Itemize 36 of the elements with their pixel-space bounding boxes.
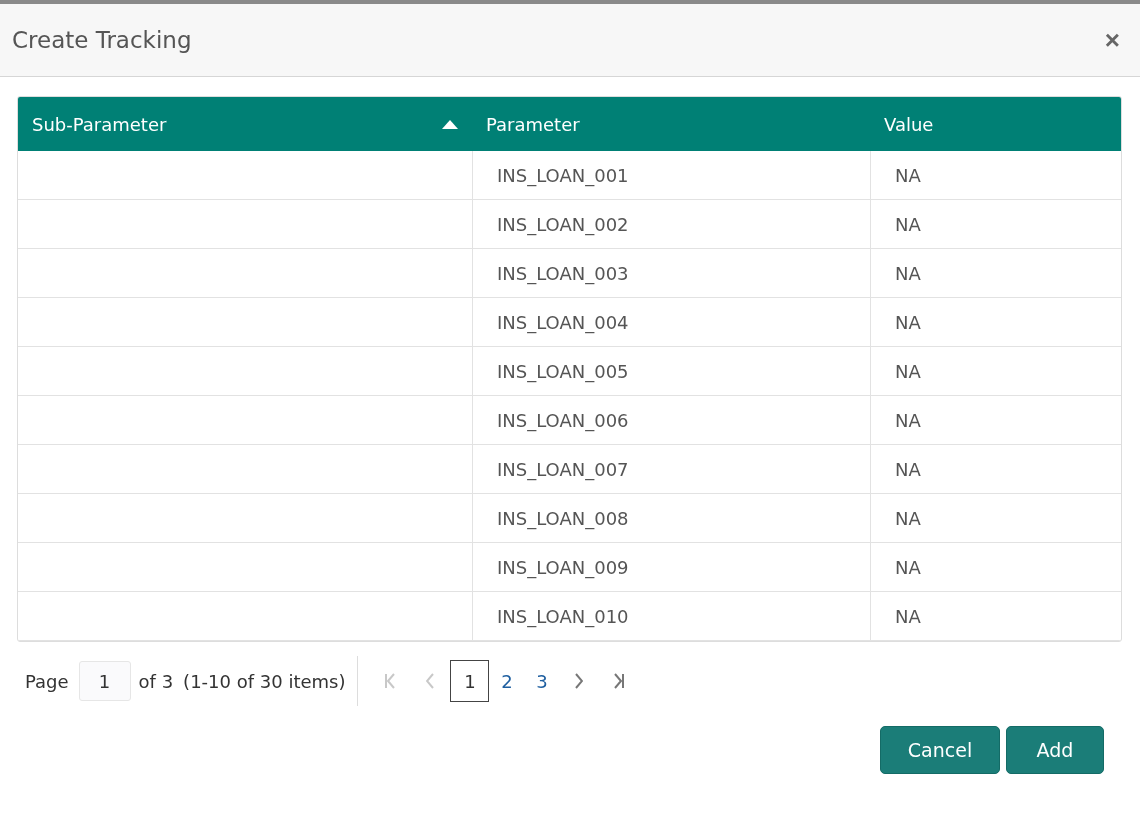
column-header[interactable]: Sub-Parameter xyxy=(18,97,472,151)
page-label: Page xyxy=(25,670,69,692)
table-cell: NA xyxy=(870,494,1121,543)
table-cell: INS_LOAN_003 xyxy=(472,249,870,298)
table-cell: INS_LOAN_008 xyxy=(472,494,870,543)
table-cell: NA xyxy=(870,249,1121,298)
dialog-title: Create Tracking xyxy=(12,27,192,53)
bar-chevron-icon xyxy=(385,673,396,689)
items-summary: (1-10 of 30 items) xyxy=(183,670,346,692)
table-cell: NA xyxy=(870,347,1121,396)
close-button[interactable]: × xyxy=(1100,27,1124,53)
table-cell: NA xyxy=(870,592,1121,641)
page-input[interactable]: 1 xyxy=(78,661,131,701)
table-cell: NA xyxy=(870,543,1121,592)
table-cell: INS_LOAN_005 xyxy=(472,347,870,396)
table-cell: INS_LOAN_010 xyxy=(472,592,870,641)
table-cell: NA xyxy=(870,151,1121,200)
table-cell: INS_LOAN_007 xyxy=(472,445,870,494)
table-cell: INS_LOAN_002 xyxy=(472,200,870,249)
table-cell: NA xyxy=(870,298,1121,347)
table-cell: NA xyxy=(870,200,1121,249)
add-button[interactable]: Add xyxy=(1006,726,1104,774)
column-header[interactable]: Value xyxy=(870,97,1121,151)
cancel-button[interactable]: Cancel xyxy=(880,726,1000,774)
table-cell: INS_LOAN_006 xyxy=(472,396,870,445)
table-cell: INS_LOAN_001 xyxy=(472,151,870,200)
table-cell: NA xyxy=(870,396,1121,445)
table-cell: NA xyxy=(870,445,1121,494)
chevron-icon xyxy=(575,673,584,689)
table-cell: INS_LOAN_004 xyxy=(472,298,870,347)
bar-chevron-icon xyxy=(614,673,625,689)
page-count: of 3 xyxy=(138,670,174,692)
chevron-icon xyxy=(426,673,435,689)
page-button[interactable]: 1 xyxy=(450,660,490,702)
column-header[interactable]: Parameter xyxy=(472,97,870,151)
table-cell: INS_LOAN_009 xyxy=(472,543,870,592)
